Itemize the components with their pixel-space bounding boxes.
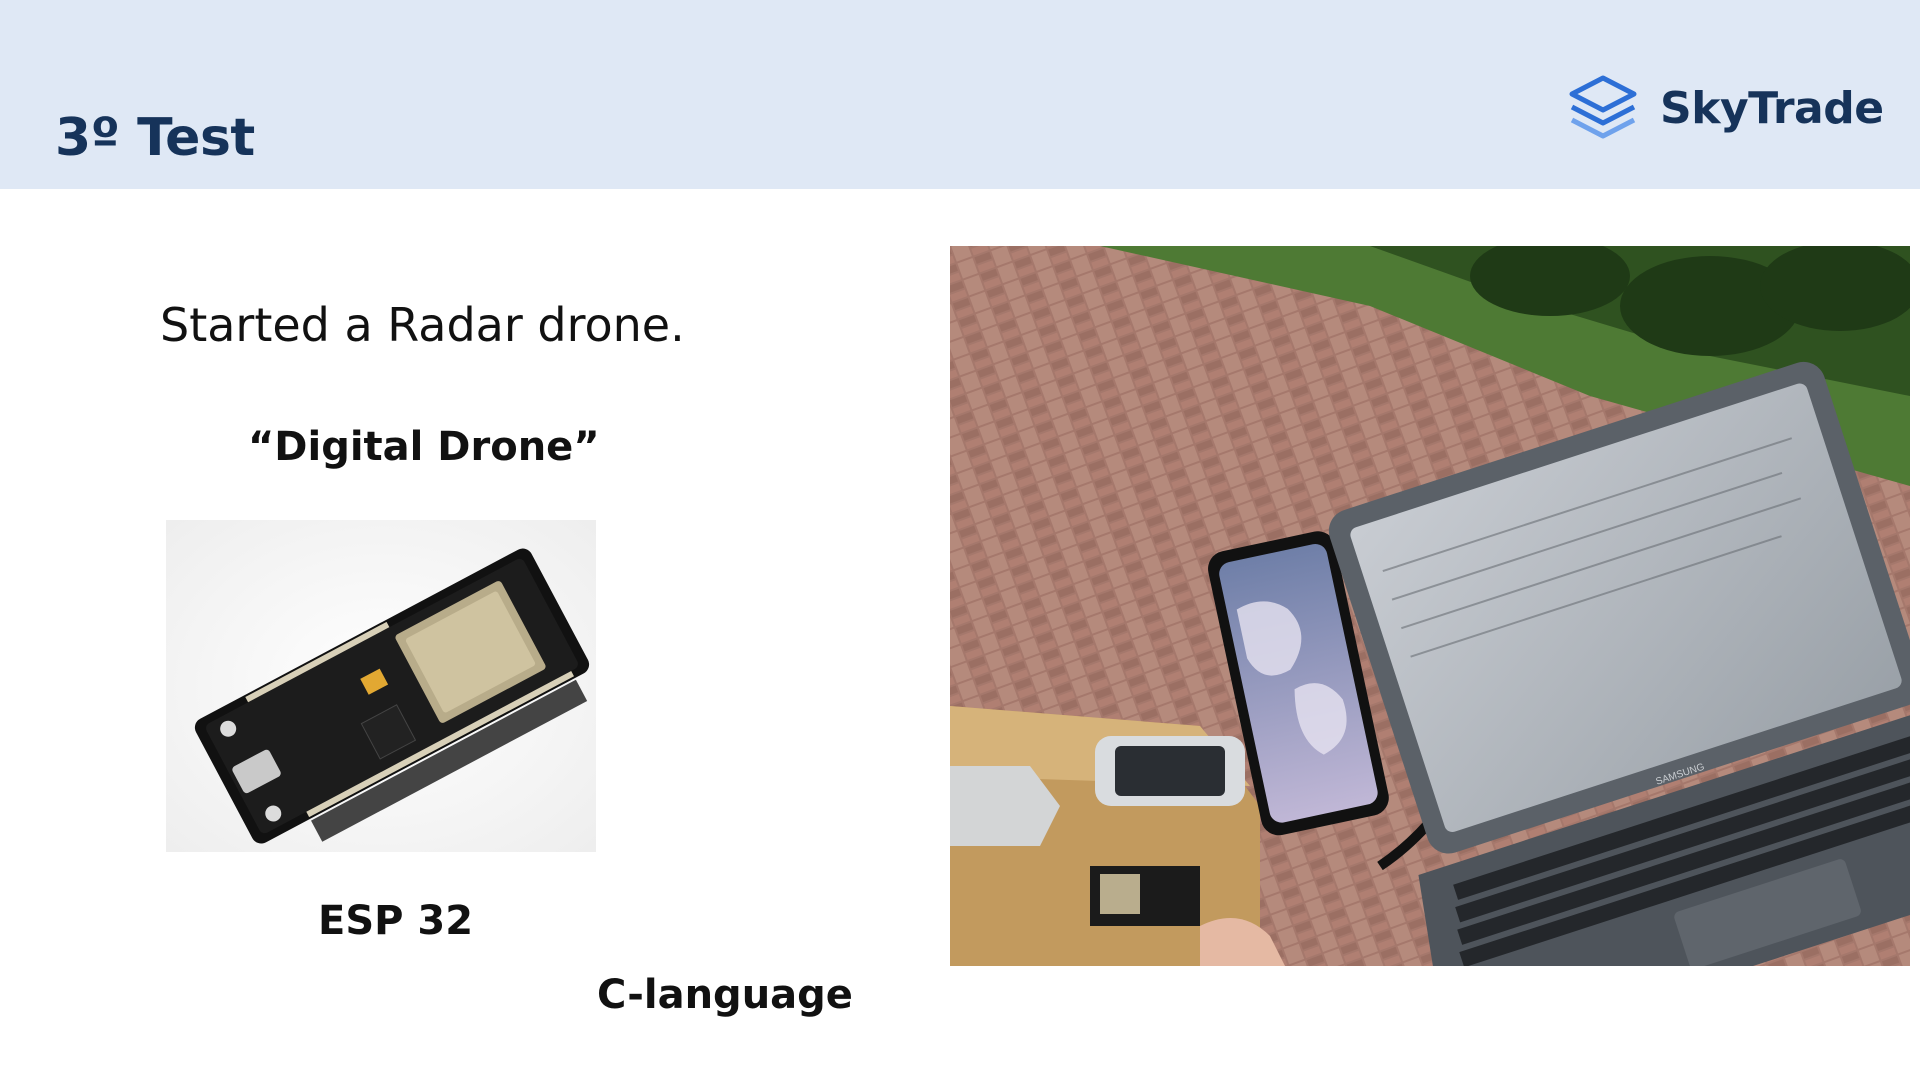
slide-title: 3º Test: [55, 108, 255, 168]
stacked-layers-icon: [1569, 75, 1637, 139]
field-test-photo: SAMSUNG: [950, 246, 1910, 966]
logo-wordmark: SkyTrade: [1660, 82, 1884, 134]
skytrade-logo: SkyTrade: [1568, 74, 1884, 142]
board-label: ESP 32: [318, 898, 474, 944]
language-label: C-language: [597, 972, 853, 1018]
intro-text: Started a Radar drone.: [160, 298, 685, 352]
esp32-board-image: [166, 520, 596, 852]
header-band: 3º Test SkyTrade: [0, 0, 1920, 189]
project-name: “Digital Drone”: [248, 424, 600, 470]
